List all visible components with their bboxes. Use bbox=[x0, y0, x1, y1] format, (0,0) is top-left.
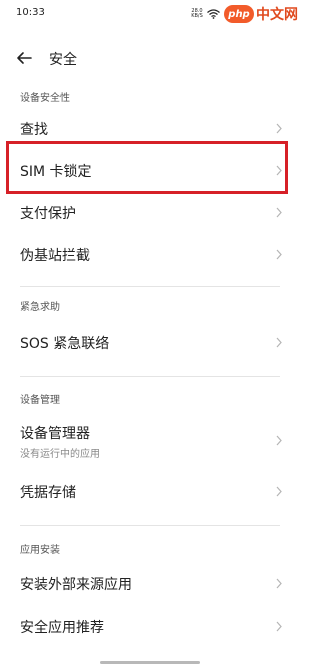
row-fake-base-station[interactable]: 伪基站拦截 bbox=[0, 233, 300, 275]
row-label-fake-base-station: 伪基站拦截 bbox=[20, 248, 90, 264]
row-sos-contact[interactable]: SOS 紧急联络 bbox=[0, 322, 300, 364]
highlight-box bbox=[6, 141, 288, 194]
status-time: 10:33 bbox=[16, 7, 45, 18]
page-title: 安全 bbox=[49, 52, 77, 68]
section-divider bbox=[20, 525, 280, 526]
row-sub-device-admin: 没有运行中的应用 bbox=[20, 449, 100, 460]
chevron-right-icon bbox=[276, 435, 282, 446]
network-speed-unit: KB/S bbox=[191, 13, 203, 19]
section-divider bbox=[20, 286, 280, 287]
row-label-payment-protection: 支付保护 bbox=[20, 206, 76, 222]
back-arrow-icon[interactable] bbox=[15, 50, 33, 66]
home-indicator bbox=[100, 661, 200, 664]
status-right: 28.0 KB/S php 中文网 bbox=[190, 2, 300, 26]
watermark-text: 中文网 bbox=[256, 7, 298, 23]
row-app-recommendation[interactable]: 安全应用推荐 bbox=[0, 605, 300, 647]
network-speed: 28.0 KB/S bbox=[190, 9, 204, 19]
row-label-device-admin: 设备管理器 bbox=[20, 426, 90, 442]
header: 安全 bbox=[0, 40, 300, 76]
section-label-device-security: 设备安全性 bbox=[20, 93, 70, 104]
section-divider bbox=[20, 376, 280, 377]
chevron-right-icon bbox=[276, 578, 282, 589]
row-label-app-recommendation: 安全应用推荐 bbox=[20, 620, 104, 636]
section-label-device-management: 设备管理 bbox=[20, 395, 60, 406]
row-credential-storage[interactable]: 凭据存储 bbox=[0, 470, 300, 512]
watermark: php 中文网 bbox=[224, 4, 300, 24]
row-install-unknown-apps[interactable]: 安装外部来源应用 bbox=[0, 563, 300, 605]
row-device-admin[interactable]: 设备管理器 没有运行中的应用 bbox=[0, 414, 300, 468]
row-label-sos-contact: SOS 紧急联络 bbox=[20, 336, 110, 352]
chevron-right-icon bbox=[276, 621, 282, 632]
chevron-right-icon bbox=[276, 123, 282, 134]
chevron-right-icon bbox=[276, 337, 282, 348]
chevron-right-icon bbox=[276, 207, 282, 218]
status-bar: 10:33 28.0 KB/S php 中文网 bbox=[0, 0, 300, 28]
section-label-emergency: 紧急求助 bbox=[20, 302, 60, 313]
wifi-icon bbox=[207, 9, 220, 19]
row-payment-protection[interactable]: 支付保护 bbox=[0, 191, 300, 233]
row-label-find: 查找 bbox=[20, 122, 48, 138]
row-label-credential-storage: 凭据存储 bbox=[20, 485, 76, 501]
watermark-logo: php bbox=[224, 5, 254, 23]
section-label-app-install: 应用安装 bbox=[20, 545, 60, 556]
row-label-install-unknown-apps: 安装外部来源应用 bbox=[20, 577, 132, 593]
chevron-right-icon bbox=[276, 486, 282, 497]
chevron-right-icon bbox=[276, 249, 282, 260]
